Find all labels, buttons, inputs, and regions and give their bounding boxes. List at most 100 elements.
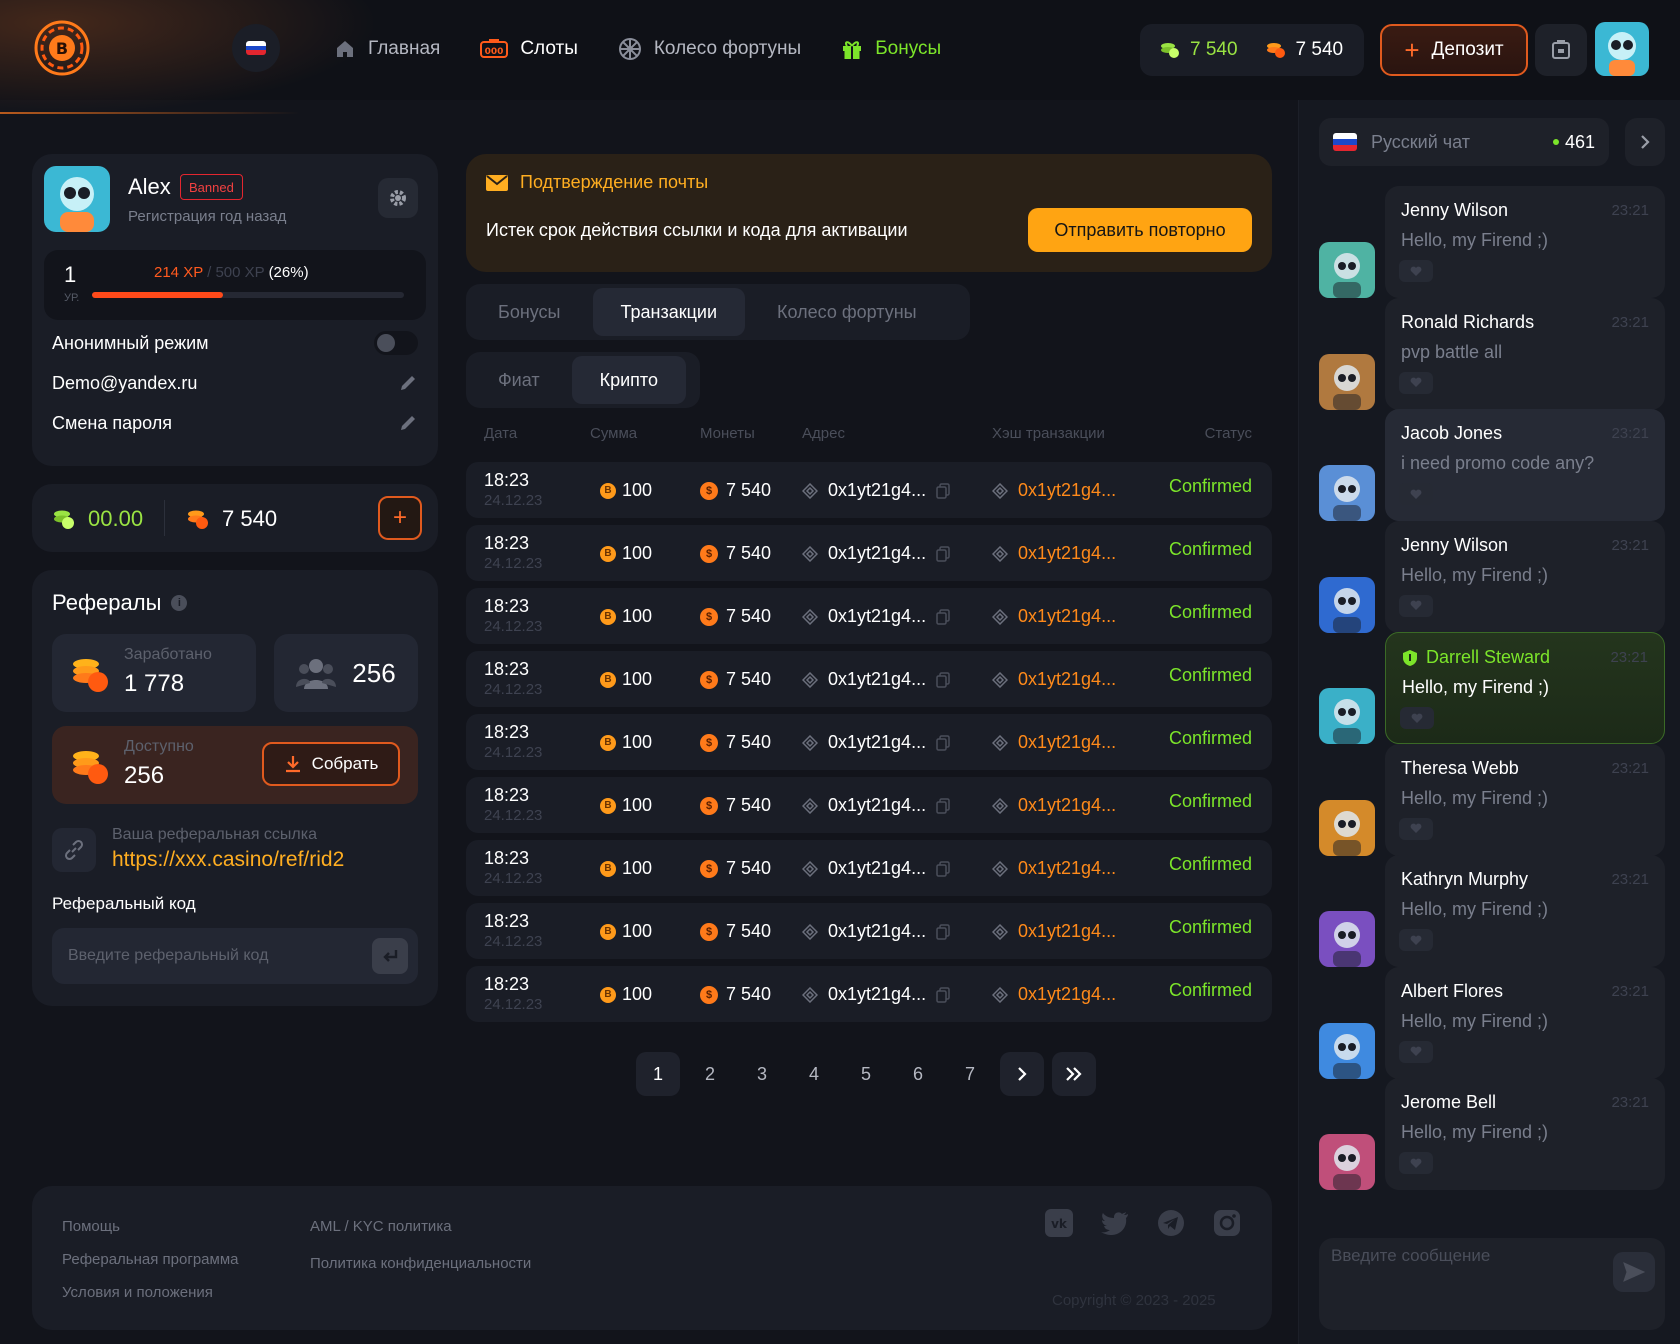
chat-author[interactable]: Albert Flores bbox=[1401, 981, 1503, 1002]
row-hash[interactable]: 0x1yt21g4... bbox=[992, 606, 1116, 627]
profile-settings-button[interactable] bbox=[378, 178, 418, 218]
chat-author[interactable]: Jenny Wilson bbox=[1401, 200, 1508, 221]
next-page-button[interactable] bbox=[1000, 1052, 1044, 1096]
like-button[interactable] bbox=[1399, 371, 1433, 394]
footer-link-privacy[interactable]: Политика конфиденциальности bbox=[310, 1255, 531, 1272]
footer-link-help[interactable]: Помощь bbox=[62, 1218, 120, 1235]
like-button[interactable] bbox=[1399, 594, 1433, 617]
chat-avatar[interactable] bbox=[1319, 576, 1375, 633]
page-1[interactable]: 1 bbox=[636, 1052, 680, 1096]
telegram-icon[interactable] bbox=[1156, 1208, 1186, 1238]
chat-avatar[interactable] bbox=[1319, 1022, 1375, 1079]
edit-email-pencil-icon[interactable] bbox=[398, 373, 418, 393]
language-selector[interactable] bbox=[232, 24, 280, 72]
copy-icon[interactable] bbox=[936, 797, 950, 814]
subtab-fiat[interactable]: Фиат bbox=[470, 356, 568, 404]
copy-icon[interactable] bbox=[936, 545, 950, 562]
page-2[interactable]: 2 bbox=[688, 1052, 732, 1096]
like-button[interactable] bbox=[1399, 817, 1433, 840]
row-hash[interactable]: 0x1yt21g4... bbox=[992, 984, 1116, 1005]
copy-icon[interactable] bbox=[936, 986, 950, 1003]
row-hash[interactable]: 0x1yt21g4... bbox=[992, 543, 1116, 564]
copy-icon[interactable] bbox=[936, 671, 950, 688]
referral-link[interactable]: https://xxx.casino/ref/rid2 bbox=[112, 848, 344, 872]
copy-icon[interactable] bbox=[936, 482, 950, 499]
chat-author[interactable]: Kathryn Murphy bbox=[1401, 869, 1528, 890]
last-page-button[interactable] bbox=[1052, 1052, 1096, 1096]
deposit-button[interactable]: + Депозит bbox=[1380, 24, 1528, 76]
like-button[interactable] bbox=[1399, 1040, 1433, 1063]
chat-author[interactable]: Jacob Jones bbox=[1401, 423, 1502, 444]
table-row[interactable]: 18:23 24.12.23 B 100 $7 540 0x1yt21g4... 0x1yt… bbox=[466, 651, 1272, 707]
like-button[interactable] bbox=[1399, 483, 1433, 505]
chat-avatar[interactable] bbox=[1319, 799, 1375, 856]
table-row[interactable]: 18:23 24.12.23 B 100 $7 540 0x1yt21g4... 0x1yt… bbox=[466, 966, 1272, 1022]
nav-slots[interactable]: 000 Слоты bbox=[480, 32, 578, 66]
resend-button[interactable]: Отправить повторно bbox=[1028, 208, 1252, 252]
like-button[interactable] bbox=[1399, 1152, 1433, 1174]
chat-avatar[interactable] bbox=[1319, 353, 1375, 410]
like-button[interactable] bbox=[1399, 260, 1433, 282]
table-row[interactable]: 18:23 24.12.23 B 100 $7 540 0x1yt21g4... 0x1yt… bbox=[466, 777, 1272, 833]
header-balances[interactable]: 7 540 7 540 bbox=[1140, 24, 1364, 76]
footer-link-terms[interactable]: Условия и положения bbox=[62, 1284, 213, 1301]
page-6[interactable]: 6 bbox=[896, 1052, 940, 1096]
header-avatar[interactable] bbox=[1595, 22, 1649, 76]
row-hash[interactable]: 0x1yt21g4... bbox=[992, 669, 1116, 690]
row-hash[interactable]: 0x1yt21g4... bbox=[992, 858, 1116, 879]
copy-icon[interactable] bbox=[936, 860, 950, 877]
referral-code-input[interactable] bbox=[68, 928, 348, 984]
copy-icon[interactable] bbox=[936, 734, 950, 751]
chat-collapse-button[interactable] bbox=[1625, 118, 1665, 166]
chat-room-selector[interactable]: Русский чат 461 bbox=[1319, 118, 1609, 166]
info-icon[interactable]: i bbox=[171, 595, 188, 611]
copy-icon[interactable] bbox=[936, 923, 950, 940]
tab-transactions[interactable]: Транзакции bbox=[592, 288, 746, 336]
wallet-add-button[interactable]: + bbox=[378, 496, 422, 540]
like-button[interactable] bbox=[1399, 929, 1433, 951]
subtab-crypto[interactable]: Крипто bbox=[571, 356, 686, 404]
row-hash[interactable]: 0x1yt21g4... bbox=[992, 921, 1116, 942]
chat-author[interactable]: Darrell Steward bbox=[1402, 647, 1550, 668]
footer-link-aml[interactable]: AML / KYC политика bbox=[310, 1218, 452, 1235]
table-row[interactable]: 18:23 24.12.23 B 100 $7 540 0x1yt21g4... 0x1yt… bbox=[466, 525, 1272, 581]
chat-author[interactable]: Jerome Bell bbox=[1401, 1092, 1496, 1113]
row-hash[interactable]: 0x1yt21g4... bbox=[992, 732, 1116, 753]
table-row[interactable]: 18:23 24.12.23 B 100 $7 540 0x1yt21g4... 0x1yt… bbox=[466, 903, 1272, 959]
instagram-icon[interactable] bbox=[1212, 1208, 1242, 1238]
vk-icon[interactable]: vk bbox=[1044, 1208, 1074, 1238]
chat-avatar[interactable] bbox=[1319, 465, 1375, 521]
table-row[interactable]: 18:23 24.12.23 B 100 $7 540 0x1yt21g4... 0x1yt… bbox=[466, 588, 1272, 644]
send-message-button[interactable] bbox=[1613, 1252, 1655, 1292]
chat-avatar[interactable] bbox=[1319, 1134, 1375, 1190]
nav-home[interactable]: Главная bbox=[334, 32, 440, 66]
chat-message-input[interactable] bbox=[1331, 1246, 1591, 1316]
like-button[interactable] bbox=[1400, 707, 1434, 729]
casino-logo[interactable]: B bbox=[30, 20, 94, 76]
page-5[interactable]: 5 bbox=[844, 1052, 888, 1096]
referral-code-submit-button[interactable] bbox=[372, 938, 408, 974]
copy-icon[interactable] bbox=[936, 608, 950, 625]
profile-avatar[interactable] bbox=[44, 166, 110, 232]
edit-password-pencil-icon[interactable] bbox=[398, 413, 418, 433]
page-4[interactable]: 4 bbox=[792, 1052, 836, 1096]
chat-author[interactable]: Jenny Wilson bbox=[1401, 535, 1508, 556]
tab-bonuses[interactable]: Бонусы bbox=[470, 288, 589, 336]
copy-link-button[interactable] bbox=[52, 828, 96, 872]
nav-bonuses[interactable]: Бонусы bbox=[841, 32, 941, 66]
chat-avatar[interactable] bbox=[1319, 688, 1375, 744]
chat-author[interactable]: Ronald Richards bbox=[1401, 312, 1534, 333]
footer-link-referral[interactable]: Реферальная программа bbox=[62, 1251, 238, 1268]
table-row[interactable]: 18:23 24.12.23 B 100 $7 540 0x1yt21g4... 0x1yt… bbox=[466, 462, 1272, 518]
table-row[interactable]: 18:23 24.12.23 B 100 $7 540 0x1yt21g4... 0x1yt… bbox=[466, 840, 1272, 896]
anonymous-mode-toggle[interactable] bbox=[374, 331, 418, 355]
chat-author[interactable]: Theresa Webb bbox=[1401, 758, 1519, 779]
chat-avatar[interactable] bbox=[1319, 911, 1375, 967]
page-3[interactable]: 3 bbox=[740, 1052, 784, 1096]
cashier-button[interactable] bbox=[1535, 24, 1587, 76]
row-hash[interactable]: 0x1yt21g4... bbox=[992, 480, 1116, 501]
row-hash[interactable]: 0x1yt21g4... bbox=[992, 795, 1116, 816]
page-7[interactable]: 7 bbox=[948, 1052, 992, 1096]
tab-wheel[interactable]: Колесо фортуны bbox=[749, 288, 945, 336]
twitter-icon[interactable] bbox=[1100, 1208, 1130, 1238]
